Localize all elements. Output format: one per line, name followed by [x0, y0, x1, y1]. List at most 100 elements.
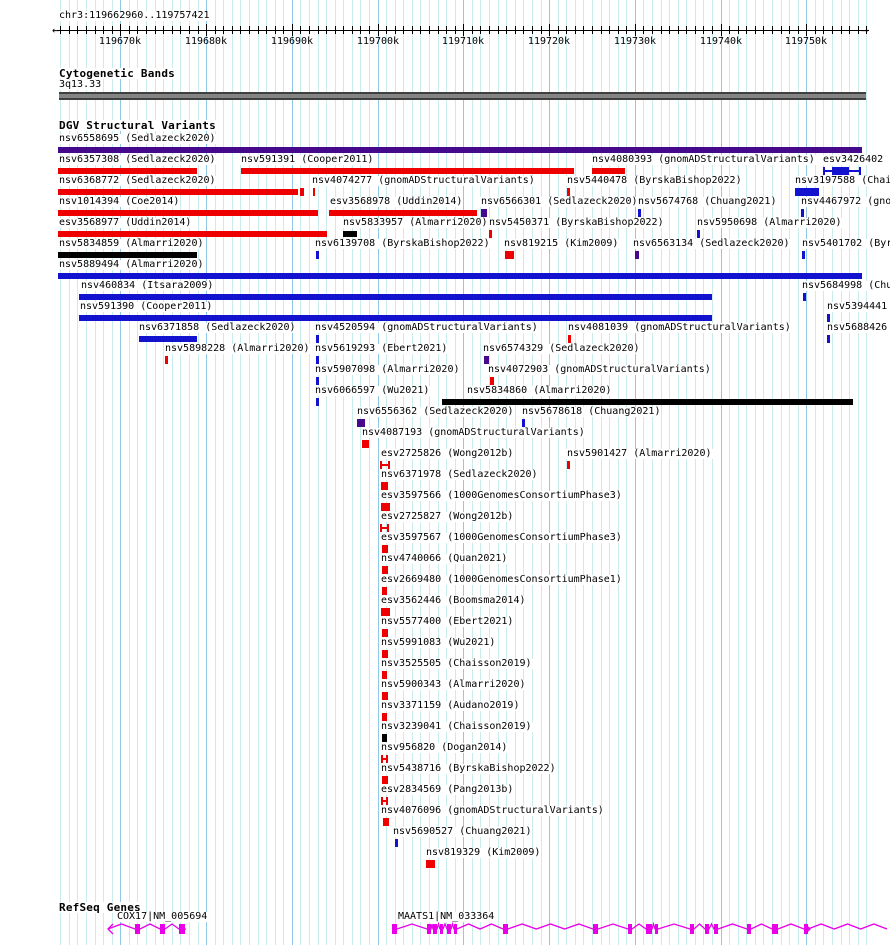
gene-glyph[interactable]: [100, 920, 194, 938]
variant-glyph[interactable]: [380, 461, 390, 469]
variant-glyph[interactable]: [316, 356, 319, 364]
variant-glyph[interactable]: [381, 482, 388, 490]
variant-glyph[interactable]: [58, 147, 862, 153]
variant-glyph[interactable]: [58, 210, 318, 216]
variant-glyph[interactable]: [522, 419, 525, 427]
variant-glyph[interactable]: [362, 440, 369, 448]
variant-label[interactable]: nsv5438716 (ByrskaBishop2022): [380, 764, 557, 774]
variant-label[interactable]: nsv5619293 (Ebert2021): [314, 344, 449, 354]
variant-glyph[interactable]: [801, 209, 804, 217]
variant-glyph[interactable]: [426, 860, 435, 868]
variant-glyph[interactable]: [79, 294, 712, 300]
variant-label[interactable]: nsv591390 (Cooper2011): [79, 302, 214, 312]
variant-glyph[interactable]: [481, 209, 487, 217]
variant-label[interactable]: nsv5690527 (Chuang2021): [392, 827, 533, 837]
variant-label[interactable]: nsv5900343 (Almarri2020): [380, 680, 527, 690]
variant-glyph[interactable]: [827, 335, 830, 343]
variant-glyph[interactable]: [442, 399, 853, 405]
variant-glyph[interactable]: [795, 188, 819, 196]
variant-label[interactable]: nsv819215 (Kim2009): [503, 239, 620, 249]
variant-label[interactable]: nsv5889494 (Almarri2020): [58, 260, 205, 270]
variant-glyph[interactable]: [382, 713, 387, 721]
variant-label[interactable]: nsv1014394 (Coe2014): [58, 197, 181, 207]
variant-label[interactable]: nsv5688426: [826, 323, 889, 333]
variant-label[interactable]: nsv819329 (Kim2009): [425, 848, 542, 858]
variant-glyph[interactable]: [803, 293, 806, 301]
variant-label[interactable]: nsv460834 (Itsara2009): [80, 281, 215, 291]
variant-glyph[interactable]: [316, 398, 319, 406]
variant-label[interactable]: nsv6566301 (Sedlazeck2020): [480, 197, 639, 207]
variant-label[interactable]: nsv4074277 (gnomADStructuralVariants): [311, 176, 536, 186]
variant-glyph[interactable]: [381, 608, 390, 616]
variant-label[interactable]: nsv4467972 (gno: [800, 197, 890, 207]
variant-label[interactable]: nsv6139708 (ByrskaBishop2022): [314, 239, 491, 249]
variant-glyph[interactable]: [316, 251, 319, 259]
variant-label[interactable]: nsv4520594 (gnomADStructuralVariants): [314, 323, 539, 333]
variant-glyph[interactable]: [567, 461, 570, 469]
variant-label[interactable]: nsv5834860 (Almarri2020): [466, 386, 613, 396]
variant-label[interactable]: nsv6558695 (Sedlazeck2020): [58, 134, 217, 144]
variant-glyph[interactable]: [697, 230, 700, 238]
variant-glyph[interactable]: [827, 314, 830, 322]
variant-label[interactable]: nsv5898228 (Almarri2020): [164, 344, 311, 354]
variant-glyph[interactable]: [635, 251, 639, 259]
gene-glyph[interactable]: [384, 920, 890, 938]
variant-label[interactable]: nsv6357308 (Sedlazeck2020): [58, 155, 217, 165]
variant-glyph[interactable]: [58, 231, 327, 237]
variant-label[interactable]: esv3568977 (Uddin2014): [58, 218, 193, 228]
variant-glyph[interactable]: [329, 210, 477, 216]
variant-glyph[interactable]: [380, 524, 389, 532]
variant-label[interactable]: nsv4072903 (gnomADStructuralVariants): [487, 365, 712, 375]
variant-glyph[interactable]: [489, 230, 492, 238]
variant-label[interactable]: esv3562446 (Boomsma2014): [380, 596, 527, 606]
variant-glyph[interactable]: [58, 273, 862, 279]
variant-glyph[interactable]: [382, 587, 387, 595]
variant-label[interactable]: nsv3525505 (Chaisson2019): [380, 659, 533, 669]
variant-label[interactable]: nsv3371159 (Audano2019): [380, 701, 521, 711]
variant-label[interactable]: nsv5991083 (Wu2021): [380, 638, 497, 648]
variant-glyph[interactable]: [395, 839, 398, 847]
variant-glyph[interactable]: [165, 356, 168, 364]
variant-label[interactable]: nsv5577400 (Ebert2021): [380, 617, 515, 627]
variant-label[interactable]: nsv5401702 (Byr: [801, 239, 890, 249]
variant-label[interactable]: esv3568978 (Uddin2014): [329, 197, 464, 207]
variant-label[interactable]: nsv5440478 (ByrskaBishop2022): [566, 176, 743, 186]
variant-glyph[interactable]: [241, 168, 574, 174]
variant-label[interactable]: nsv5834859 (Almarri2020): [58, 239, 205, 249]
variant-label[interactable]: nsv5678618 (Chuang2021): [521, 407, 662, 417]
variant-glyph[interactable]: [58, 168, 197, 174]
variant-label[interactable]: nsv5833957 (Almarri2020): [342, 218, 489, 228]
variant-glyph[interactable]: [505, 251, 514, 259]
variant-label[interactable]: esv3597566 (1000GenomesConsortiumPhase3): [380, 491, 623, 501]
variant-glyph[interactable]: [316, 335, 319, 343]
variant-glyph[interactable]: [382, 650, 388, 658]
variant-label[interactable]: nsv5394441: [826, 302, 889, 312]
variant-label[interactable]: esv2725827 (Wong2012b): [380, 512, 515, 522]
variant-label[interactable]: nsv6066597 (Wu2021): [314, 386, 431, 396]
variant-glyph[interactable]: [823, 167, 861, 175]
variant-glyph[interactable]: [313, 188, 315, 196]
variant-glyph[interactable]: [638, 209, 641, 217]
variant-glyph[interactable]: [802, 251, 805, 259]
variant-glyph[interactable]: [490, 377, 494, 385]
variant-label[interactable]: nsv5450371 (ByrskaBishop2022): [488, 218, 665, 228]
variant-label[interactable]: nsv956820 (Dogan2014): [380, 743, 509, 753]
variant-label[interactable]: esv3426402: [822, 155, 885, 165]
cytoband-bar[interactable]: [59, 92, 866, 100]
variant-label[interactable]: nsv6563134 (Sedlazeck2020): [632, 239, 791, 249]
variant-label[interactable]: nsv4740066 (Quan2021): [380, 554, 509, 564]
variant-label[interactable]: nsv5901427 (Almarri2020): [566, 449, 713, 459]
variant-label[interactable]: nsv6368772 (Sedlazeck2020): [58, 176, 217, 186]
variant-label[interactable]: nsv5684998 (Chu: [801, 281, 890, 291]
variant-glyph[interactable]: [382, 776, 388, 784]
variant-glyph[interactable]: [58, 189, 298, 195]
variant-glyph[interactable]: [382, 734, 387, 742]
variant-label[interactable]: nsv591391 (Cooper2011): [240, 155, 375, 165]
variant-glyph[interactable]: [383, 818, 389, 826]
variant-glyph[interactable]: [567, 188, 570, 196]
variant-label[interactable]: nsv6556362 (Sedlazeck2020): [356, 407, 515, 417]
variant-label[interactable]: nsv5674768 (Chuang2021): [637, 197, 778, 207]
variant-glyph[interactable]: [79, 315, 712, 321]
variant-glyph[interactable]: [381, 755, 388, 763]
variant-label[interactable]: nsv4080393 (gnomADStructuralVariants): [591, 155, 816, 165]
